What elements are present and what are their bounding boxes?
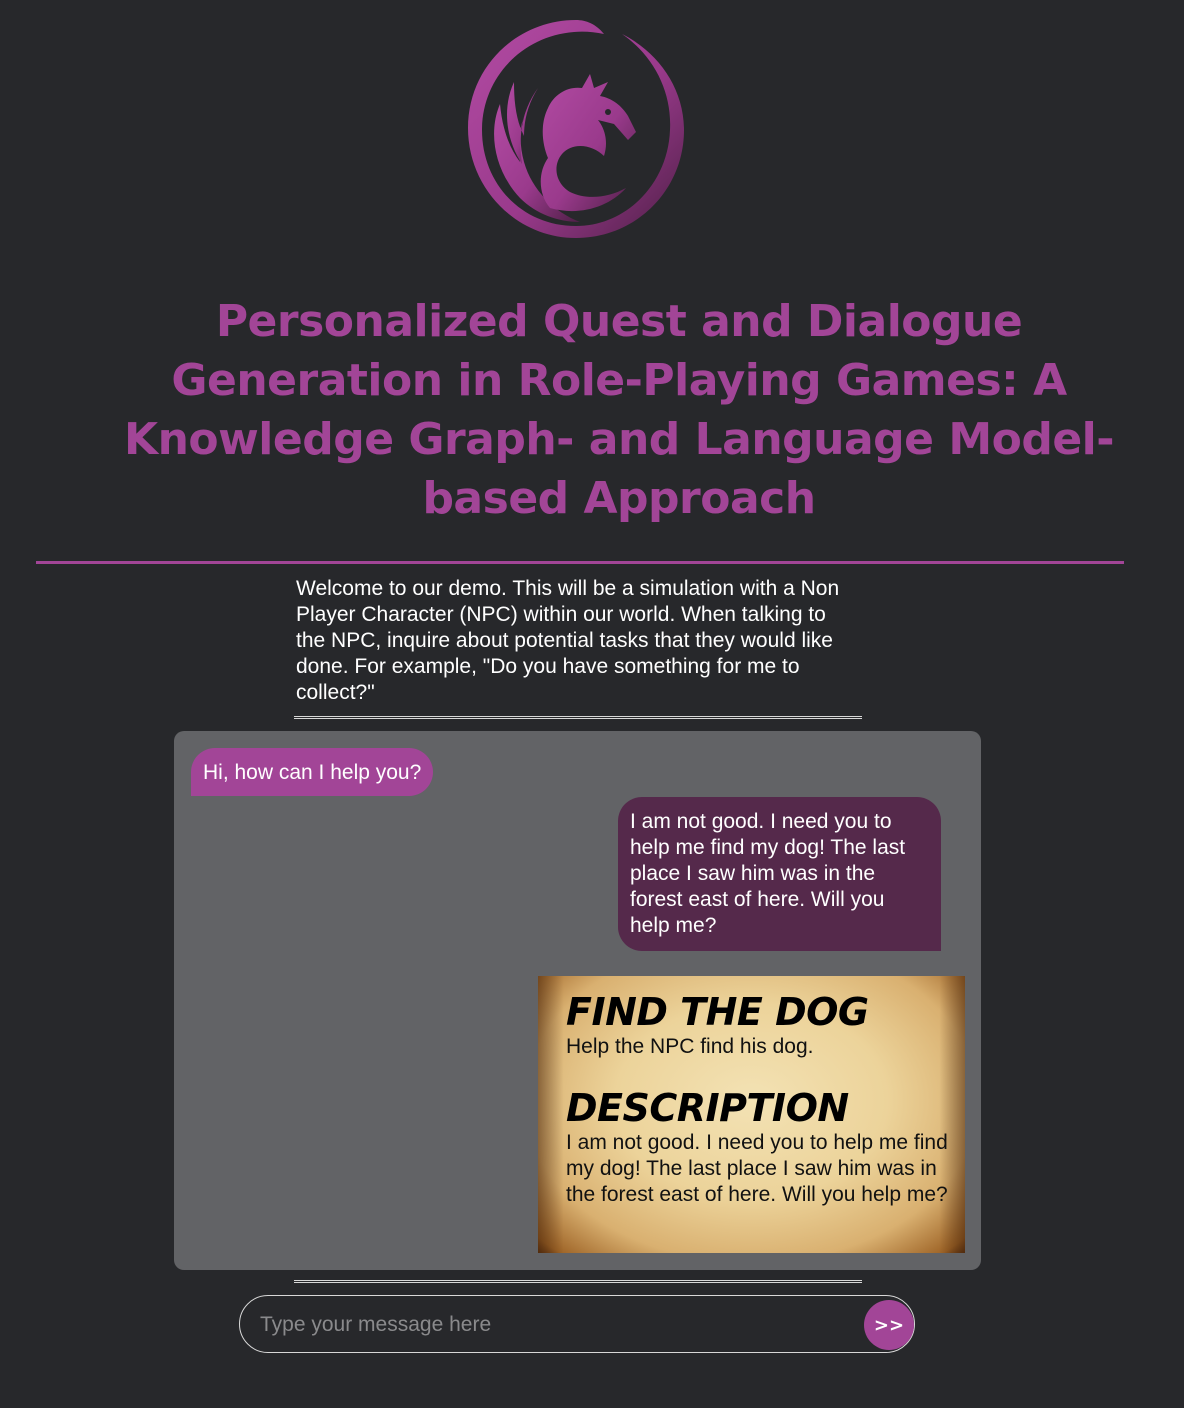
quest-title: FIND THE DOG xyxy=(566,990,869,1034)
quest-description: I am not good. I need you to help me fin… xyxy=(566,1131,948,1206)
dragon-logo-icon xyxy=(468,20,684,238)
title-divider xyxy=(36,561,1124,564)
composer-divider xyxy=(294,1280,862,1283)
quest-card: FIND THE DOG Help the NPC find his dog. … xyxy=(538,976,965,1253)
intro-text: Welcome to our demo. This will be a simu… xyxy=(296,577,840,704)
quest-description-heading: DESCRIPTION xyxy=(566,1086,849,1130)
quest-summary: Help the NPC find his dog. xyxy=(566,1035,814,1058)
intro-divider xyxy=(294,716,862,719)
user-message: I am not good. I need you to help me fin… xyxy=(618,797,941,951)
npc-message: Hi, how can I help you? xyxy=(191,748,434,796)
chat-log[interactable]: Hi, how can I help you? I am not good. I… xyxy=(174,731,981,1270)
message-input[interactable] xyxy=(258,1304,852,1346)
message-composer: >> xyxy=(239,1295,915,1353)
page-title: Personalized Quest and Dialogue Generati… xyxy=(123,296,1115,524)
send-button[interactable]: >> xyxy=(864,1300,914,1350)
